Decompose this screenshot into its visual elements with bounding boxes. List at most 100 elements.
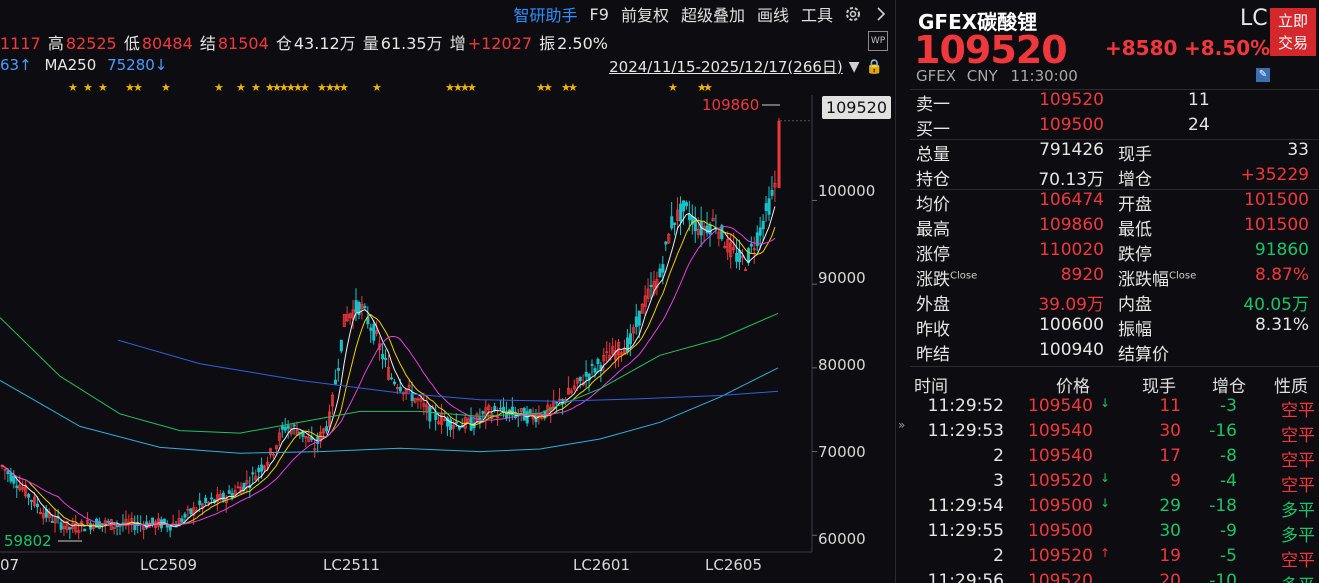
stat-row: 昨收 100600 振幅 8.31% [910, 315, 1319, 340]
tick-col-qty: 现手 [1142, 377, 1176, 397]
x-tick-label: LC2511 [323, 556, 381, 574]
tick-direction-icon: ↓ [1100, 471, 1111, 485]
candle-body [596, 358, 600, 365]
candle-body [685, 202, 689, 207]
x-tick-label: 07 [0, 556, 20, 574]
tick-qty: 9 [1170, 471, 1181, 491]
candle-body [372, 323, 376, 341]
candle-body [478, 417, 482, 420]
candle-body [221, 492, 225, 501]
tick-nature: 空平 [1281, 551, 1315, 571]
stat-value: 40.05万 [1243, 295, 1309, 315]
candle-body [83, 528, 87, 532]
tick-row[interactable]: 11:29:55 109500 30 -9 多平 [910, 521, 1319, 546]
bid-row: 买一 109500 24 [910, 115, 1319, 140]
candle-body [661, 264, 665, 273]
x-tick-label: LC2605 [705, 556, 763, 574]
candle-body [280, 425, 284, 430]
toolbar-super-overlay[interactable]: 超级叠加 [675, 2, 751, 26]
candle-body [339, 339, 343, 352]
tick-row[interactable]: 11:29:53 109540 30 -16 空平 [910, 421, 1319, 446]
stat-value: 91860 [1254, 240, 1309, 260]
wp-badge-icon[interactable]: WP [868, 31, 888, 51]
toolbar-draw-line[interactable]: 画线 [751, 2, 795, 26]
candle-body [227, 490, 231, 494]
vol-label: 量 [362, 34, 379, 53]
star-marker-icon: ★ [543, 81, 553, 94]
tick-row[interactable]: 2 109520 ↑ 19 -5 空平 [910, 546, 1319, 571]
star-marker-icon: ★ [161, 81, 171, 94]
chevron-right-icon[interactable] [867, 0, 895, 28]
pencil-icon[interactable]: ✎ [1256, 68, 1270, 82]
star-marker-icon: ★ [300, 81, 310, 94]
tick-qty: 19 [1159, 546, 1181, 566]
ma250-line [117, 339, 779, 402]
y-tick-label: 80000 [818, 356, 866, 374]
candle-body [210, 497, 214, 500]
candle-body [369, 327, 373, 331]
toolbar-tools[interactable]: 工具 [795, 2, 839, 26]
candle-body [398, 386, 402, 392]
tick-oi-change: -4 [1220, 471, 1237, 491]
tick-nature: 空平 [1281, 426, 1315, 446]
date-range-text[interactable]: 2024/11/15-2025/12/17(266日) [609, 56, 843, 77]
y-tick-label: 90000 [818, 269, 866, 287]
tick-time: 11:29:52 [927, 396, 1004, 416]
bid-price: 109500 [1039, 115, 1104, 135]
lock-icon[interactable]: 🔒 [866, 59, 883, 75]
candle-body [68, 527, 72, 530]
tick-oi-change: -5 [1220, 546, 1237, 566]
instrument-code: LC [1240, 6, 1268, 31]
tick-qty: 30 [1159, 421, 1181, 441]
toolbar-forward-adjust[interactable]: 前复权 [615, 2, 675, 26]
candle-body [649, 284, 653, 287]
stat-label-sup: Close [950, 270, 978, 282]
ma-prev-value: 63↑ [0, 56, 32, 74]
gear-icon[interactable] [839, 0, 867, 28]
tick-qty: 11 [1159, 396, 1181, 416]
triangle-down-icon[interactable]: ▼ [849, 59, 860, 75]
tick-time: 11:29:53 [927, 421, 1004, 441]
bid-label: 买一 [916, 120, 950, 140]
stat-value: 110020 [1039, 240, 1104, 260]
expand-toggle-icon[interactable]: » [898, 418, 905, 432]
tick-col-time: 时间 [914, 377, 948, 397]
y-tick-label: 70000 [818, 443, 866, 461]
tick-row[interactable]: 3 109520 ↓ 9 -4 空平 [910, 471, 1319, 496]
candle-body [764, 203, 768, 211]
event-star-markers: ★ ★ ★ ★ ★ ★ ★ ★ ★ ★ ★ ★ ★ ★ ★ ★ ★ ★ ★ ★ ★ ★ ★ ★ ★ ★ ★ ★ ★ ★ ★ [0, 80, 815, 96]
star-marker-icon: ★ [214, 81, 224, 94]
ask-row: 卖一 109520 11 [910, 90, 1319, 115]
tick-row[interactable]: 11:29:54 109500 ↓ 29 -18 多平 [910, 496, 1319, 521]
candle-body [354, 300, 358, 313]
tick-row[interactable]: 11:29:52 109540 ↓ 11 -3 空平 [910, 396, 1319, 421]
tick-direction-icon: ↑ [1100, 546, 1111, 560]
tick-col-price: 价格 [1056, 377, 1090, 397]
stat-label: 外盘 [916, 295, 950, 315]
pane-divider[interactable]: » [895, 0, 910, 583]
inc-value: +12027 [467, 34, 533, 53]
candle-body [6, 470, 10, 474]
toolbar-zhiyan-assistant[interactable]: 智研助手 [508, 2, 584, 26]
stat-value: 8.31% [1254, 315, 1309, 335]
kline-chart-pane[interactable]: 智研助手 F9 前复权 超级叠加 画线 工具 1117 高 82525 低 8048… [0, 0, 895, 583]
y-tick-label: 100000 [818, 182, 876, 200]
date-range-selector[interactable]: 2024/11/15-2025/12/17(266日) ▼ 🔒 [609, 56, 883, 77]
high-label: 高 [47, 34, 64, 53]
candle-body [389, 377, 393, 380]
star-marker-icon: ★ [568, 81, 578, 94]
star-marker-icon: ★ [98, 81, 108, 94]
tick-time: 11:29:54 [927, 496, 1004, 516]
toolbar-f9[interactable]: F9 [584, 5, 615, 24]
star-marker-icon: ★ [372, 81, 382, 94]
star-marker-icon: ★ [251, 81, 261, 94]
tick-price: 109520 [1028, 571, 1093, 583]
star-marker-icon: ★ [467, 81, 477, 94]
trade-now-button[interactable]: 立即 交易 [1270, 8, 1316, 56]
stat-label: 昨结 [916, 345, 950, 365]
candle-body [720, 225, 724, 240]
trade-button-line1: 立即 [1277, 12, 1308, 30]
oi-value: 43.12万 [293, 34, 356, 53]
tick-row[interactable]: 2 109540 17 -8 空平 [910, 446, 1319, 471]
tick-row[interactable]: 11:29:56 109520 20 -10 多平 [910, 571, 1319, 583]
